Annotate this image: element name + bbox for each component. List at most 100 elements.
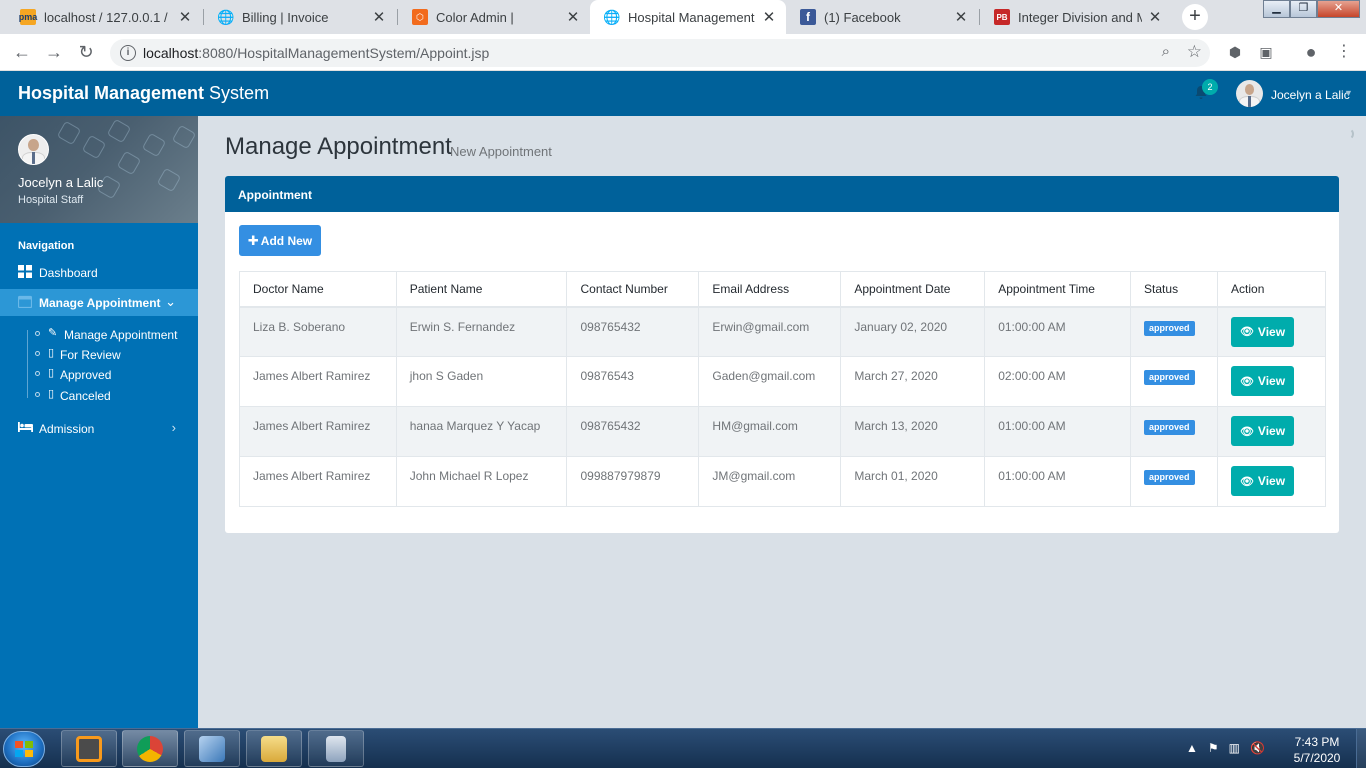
date-cell: January 02, 2020 [840, 306, 986, 357]
file-explorer-icon[interactable] [246, 730, 302, 767]
tab-title: localhost / 127.0.0.1 / hc [44, 9, 172, 25]
extension-cube-icon[interactable]: ⬢ [1225, 42, 1245, 62]
info-icon[interactable]: i [120, 45, 136, 61]
close-icon[interactable]: ✕ [178, 8, 192, 26]
close-icon[interactable]: ✕ [762, 8, 776, 26]
chevron-down-icon: ⌄ [165, 294, 176, 309]
column-header[interactable]: Action [1217, 271, 1326, 308]
plus-icon: ✚ [247, 232, 259, 248]
close-icon[interactable]: ✕ [566, 8, 580, 26]
calculator-icon[interactable] [308, 730, 364, 767]
browser-toolbar: ← → ↻ i localhost:8080/HospitalManagemen… [0, 34, 1366, 71]
browser-tab[interactable]: PB Integer Division and Mo ✕ [980, 0, 1172, 34]
status-badge: approved [1144, 470, 1195, 485]
decorative-hexagon [156, 167, 182, 193]
browser-tab[interactable]: ⬡ Color Admin | ✕ [398, 0, 590, 34]
maximize-button[interactable]: ❐ [1290, 0, 1317, 18]
browser-tab[interactable]: 🌐 Billing | Invoice ✕ [204, 0, 396, 34]
column-header[interactable]: Patient Name [395, 271, 568, 308]
decorative-hexagon [106, 118, 132, 144]
forward-arrow-icon[interactable]: → [42, 40, 66, 64]
table-row: James Albert Ramirez jhon S Gaden 098765… [239, 356, 1326, 407]
start-button[interactable] [3, 731, 45, 767]
virtualbox-icon[interactable] [184, 730, 240, 767]
sidebar-profile: Jocelyn a Lalic Hospital Staff [0, 116, 198, 223]
minimize-button[interactable]: ▁ [1263, 0, 1290, 18]
browser-tab[interactable]: pma localhost / 127.0.0.1 / hc ✕ [6, 0, 202, 34]
view-button[interactable]: 👁 View [1231, 416, 1295, 446]
close-icon[interactable]: ✕ [954, 8, 968, 26]
caret-down-icon[interactable]: ▼ [1344, 88, 1353, 98]
browser-tab[interactable]: f (1) Facebook ✕ [786, 0, 978, 34]
date-cell: March 27, 2020 [840, 356, 986, 407]
view-button[interactable]: 👁 View [1231, 466, 1295, 496]
date-cell: March 13, 2020 [840, 406, 986, 457]
submenu-item-label: Canceled [60, 389, 111, 403]
column-header[interactable]: Email Address [698, 271, 842, 308]
address-bar[interactable]: i localhost:8080/HospitalManagementSyste… [110, 39, 1210, 67]
close-window-button[interactable]: ✕ [1317, 0, 1360, 18]
add-new-label: Add New [260, 233, 313, 248]
clock[interactable]: 7:43 PM 5/7/2020 [1286, 734, 1348, 766]
browser-tab-bar: pma localhost / 127.0.0.1 / hc ✕ 🌐 Billi… [0, 0, 1366, 34]
view-button[interactable]: 👁 View [1231, 316, 1295, 347]
tray-expand-icon[interactable]: ▲ [1186, 741, 1198, 755]
time-cell: 01:00:00 AM [984, 306, 1132, 357]
star-icon[interactable]: ☆ [1187, 42, 1202, 62]
eye-icon: 👁 [1239, 326, 1254, 338]
pb-icon: PB [994, 9, 1010, 25]
brand-logo[interactable]: Hospital Management System [18, 83, 269, 104]
volume-muted-icon[interactable]: 🔇 [1250, 741, 1265, 755]
url-text[interactable]: localhost:8080/HospitalManagementSystem/… [143, 45, 489, 61]
avatar[interactable] [1236, 80, 1263, 107]
appointment-panel: Appointment ✚ Add New Doctor Name Patien… [225, 176, 1339, 533]
globe-icon: 🌐 [603, 8, 621, 25]
email-cell: Erwin@gmail.com [698, 306, 842, 357]
phpmyadmin-icon: pma [19, 9, 37, 25]
column-header[interactable]: Doctor Name [239, 271, 397, 308]
action-cell: 👁 View [1217, 356, 1326, 407]
chrome-icon[interactable] [122, 730, 178, 767]
column-header[interactable]: Appointment Date [840, 271, 986, 308]
view-label: View [1257, 474, 1286, 488]
windows-logo-icon [15, 741, 33, 758]
submenu-item-label: Approved [60, 368, 112, 382]
table-row: James Albert Ramirez hanaa Marquez Y Yac… [239, 406, 1326, 457]
flag-icon[interactable]: ⚑ [1208, 741, 1219, 755]
column-header[interactable]: Appointment Time [984, 271, 1132, 308]
sidebar-item-manage-appointment[interactable]: Manage Appointment ⌄ [0, 289, 198, 316]
account-icon[interactable]: ● [1301, 42, 1321, 62]
show-desktop-button[interactable] [1356, 729, 1366, 768]
menu-dots-icon[interactable]: ⋮ [1334, 42, 1354, 62]
table-row: James Albert Ramirez John Michael R Lope… [239, 456, 1326, 507]
sidebar-item-dashboard[interactable]: Dashboard [0, 259, 198, 286]
view-button[interactable]: 👁 View [1231, 366, 1295, 396]
add-new-button[interactable]: ✚ Add New [239, 225, 321, 256]
close-icon[interactable]: ✕ [1148, 8, 1162, 26]
close-icon[interactable]: ✕ [372, 8, 386, 26]
zoom-icon[interactable]: ⌕ [1162, 43, 1170, 60]
back-arrow-icon[interactable]: ← [10, 40, 34, 64]
view-label: View [1257, 374, 1286, 388]
sidebar: Jocelyn a Lalic Hospital Staff Navigatio… [0, 116, 198, 728]
decorative-hexagon [56, 120, 82, 146]
page-title: Manage Appointment [225, 133, 452, 160]
edit-icon: ✎ [48, 327, 58, 339]
window-controls: ▁ ❐ ✕ [1263, 0, 1360, 18]
new-tab-button[interactable]: + [1182, 4, 1208, 30]
browser-tab-active[interactable]: 🌐 Hospital Management S ✕ [590, 0, 786, 34]
column-header[interactable]: Status [1130, 271, 1219, 308]
reload-icon[interactable]: ↻ [74, 40, 98, 64]
clock-date: 5/7/2020 [1293, 751, 1341, 765]
tab-title: Color Admin | [436, 9, 514, 25]
nav-header: Navigation [18, 240, 75, 252]
header-user-name[interactable]: Jocelyn a Lalic [1271, 88, 1350, 102]
taskbar: ▲ ⚑ ▥ 🔇 7:43 PM 5/7/2020 [0, 728, 1366, 768]
network-icon[interactable]: ▥ [1229, 741, 1240, 755]
date-cell: March 01, 2020 [840, 456, 986, 507]
column-header[interactable]: Contact Number [566, 271, 700, 308]
sublime-text-icon[interactable] [61, 730, 117, 767]
status-cell: approved [1130, 406, 1219, 457]
sidebar-item-admission[interactable]: Admission › [0, 415, 198, 442]
extension-camera-icon[interactable]: ▣ [1256, 42, 1276, 62]
